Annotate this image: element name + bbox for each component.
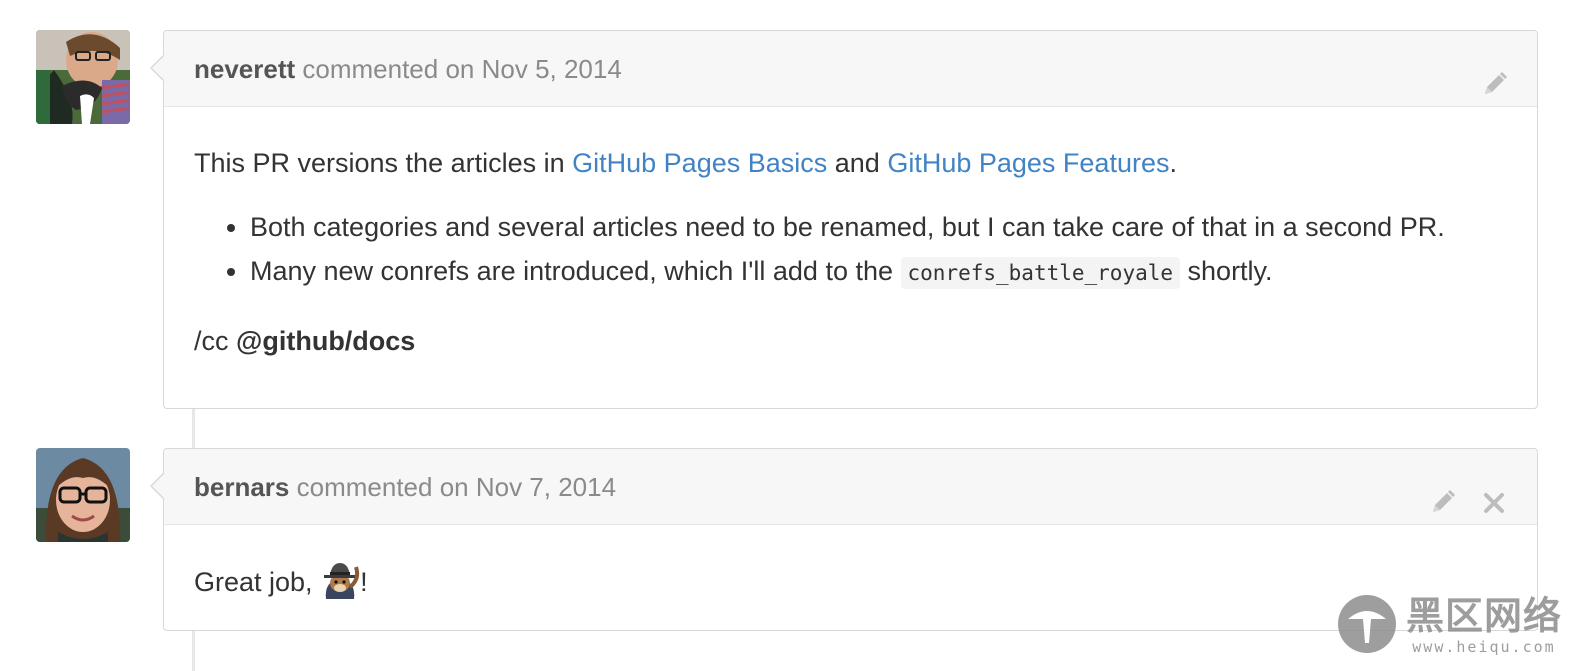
comment-action: commented on bbox=[296, 472, 469, 502]
comment-header: neverett commented on Nov 5, 2014 bbox=[164, 31, 1537, 107]
cc-prefix: /cc bbox=[194, 326, 237, 356]
comment-text-content: Great job, bbox=[194, 567, 321, 597]
cc-paragraph: /cc @github/docs bbox=[194, 321, 1507, 361]
mushroom-logo-icon bbox=[1336, 593, 1398, 660]
timeline-connector bbox=[192, 409, 195, 449]
bullet-text: Both categories and several articles nee… bbox=[250, 212, 1445, 242]
list-item: Both categories and several articles nee… bbox=[250, 207, 1507, 247]
comment-intro-paragraph: This PR versions the articles in GitHub … bbox=[194, 143, 1507, 183]
comment-bernars: bernars commented on Nov 7, 2014 Great j… bbox=[150, 448, 1538, 631]
comment-date-link[interactable]: Nov 5, 2014 bbox=[482, 54, 622, 84]
inline-code: conrefs_battle_royale bbox=[900, 257, 1181, 289]
close-icon[interactable] bbox=[1479, 471, 1509, 513]
comment-body: This PR versions the articles in GitHub … bbox=[164, 107, 1537, 395]
pencil-icon[interactable] bbox=[1479, 53, 1509, 94]
watermark-title: 黑区网络 bbox=[1405, 596, 1562, 638]
avatar-image bbox=[36, 30, 130, 124]
comment-body: Great job, ! bbox=[164, 525, 1537, 636]
comment-text-suffix: ! bbox=[360, 567, 368, 597]
bullet-text: Many new conrefs are introduced, which I… bbox=[250, 256, 901, 286]
comment-neverett: neverett commented on Nov 5, 2014 This P… bbox=[150, 30, 1538, 409]
watermark-url: www.heiqu.com bbox=[1412, 638, 1556, 656]
list-item: Many new conrefs are introduced, which I… bbox=[250, 251, 1507, 293]
intro-conjunction: and bbox=[827, 148, 888, 178]
avatar-image bbox=[36, 448, 130, 542]
intro-text: This PR versions the articles in bbox=[194, 148, 573, 178]
link-github-pages-basics[interactable]: GitHub Pages Basics bbox=[572, 148, 827, 178]
comment-action: commented on bbox=[302, 54, 475, 84]
comment-author-link[interactable]: bernars bbox=[194, 472, 289, 502]
watermark: 黑区网络 www.heiqu.com bbox=[1336, 593, 1562, 660]
timeline-connector bbox=[192, 631, 195, 671]
comment-text: Great job, ! bbox=[194, 559, 1507, 602]
pencil-icon[interactable] bbox=[1427, 471, 1457, 512]
comment-author-link[interactable]: neverett bbox=[194, 54, 295, 84]
comment-bullet-list: Both categories and several articles nee… bbox=[194, 207, 1507, 293]
avatar-neverett[interactable] bbox=[36, 30, 130, 124]
comment-header: bernars commented on Nov 7, 2014 bbox=[164, 449, 1537, 525]
team-mention-link[interactable]: @github/docs bbox=[236, 326, 415, 356]
intro-period: . bbox=[1169, 148, 1177, 178]
link-github-pages-features[interactable]: GitHub Pages Features bbox=[887, 148, 1169, 178]
avatar-bernars[interactable] bbox=[36, 448, 130, 542]
comment-date-link[interactable]: Nov 7, 2014 bbox=[476, 472, 616, 502]
bullet-text-suffix: shortly. bbox=[1180, 256, 1273, 286]
squirrel-hat-emoji bbox=[320, 559, 360, 599]
